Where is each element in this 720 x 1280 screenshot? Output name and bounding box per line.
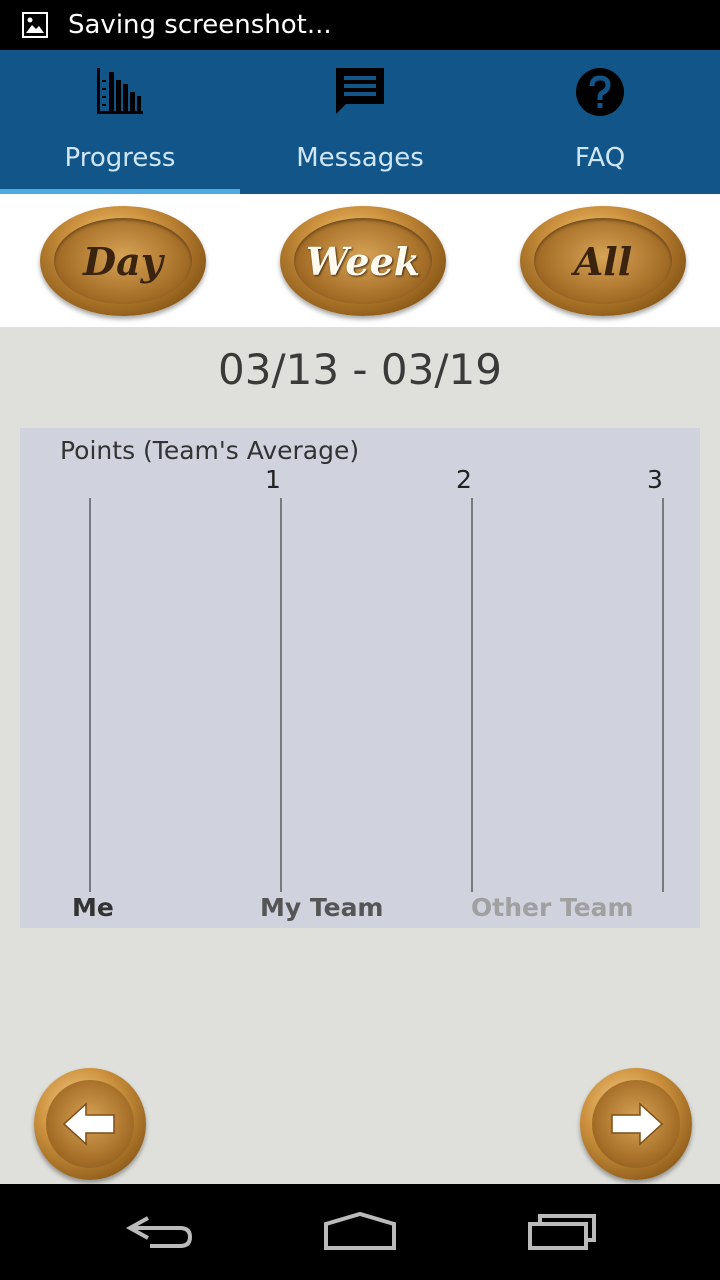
tab-faq[interactable]: FAQ (480, 50, 720, 194)
day-button[interactable]: Day (40, 206, 206, 316)
status-bar: Saving screenshot... (0, 0, 720, 50)
chart-title: Points (Team's Average) (60, 436, 360, 465)
chart-canvas: 1 2 3 Me My Team Other Team (72, 465, 664, 922)
question-icon (576, 68, 624, 116)
category-label: My Team (260, 893, 384, 922)
tab-progress-label: Progress (64, 143, 176, 173)
date-range: 03/13 - 03/19 (218, 345, 502, 394)
previous-week-button[interactable] (34, 1068, 146, 1180)
home-icon[interactable] (320, 1208, 400, 1256)
image-icon (22, 12, 48, 38)
tab-messages[interactable]: Messages (240, 50, 480, 194)
day-button-label: Day (83, 238, 163, 284)
all-button-label: All (573, 238, 633, 284)
all-button[interactable]: All (520, 206, 686, 316)
period-selector: Day Week All (0, 194, 720, 327)
arrow-right-icon (611, 1102, 664, 1146)
back-icon[interactable] (120, 1208, 200, 1256)
tab-messages-label: Messages (296, 143, 424, 173)
points-chart: 1 2 3 Me My Team Other Team Points (Team's Av… (20, 428, 700, 928)
category-label: Other Team (471, 893, 634, 922)
status-text: Saving screenshot... (68, 10, 332, 40)
recents-icon[interactable] (522, 1208, 602, 1256)
x-tick-label: 3 (647, 465, 663, 494)
week-button[interactable]: Week (280, 206, 446, 316)
tab-faq-label: FAQ (574, 143, 626, 173)
week-button-label: Week (305, 238, 421, 284)
tab-bar: Progress Messages FAQ (0, 50, 720, 194)
arrow-left-icon (62, 1102, 115, 1146)
x-tick-label: 1 (265, 465, 281, 494)
bar-chart-icon (97, 68, 143, 114)
system-nav-bar (0, 1184, 720, 1280)
tab-progress[interactable]: Progress (0, 50, 240, 194)
x-tick-label: 2 (456, 465, 472, 494)
message-icon (336, 68, 384, 114)
category-label: Me (72, 893, 114, 922)
next-week-button[interactable] (580, 1068, 692, 1180)
